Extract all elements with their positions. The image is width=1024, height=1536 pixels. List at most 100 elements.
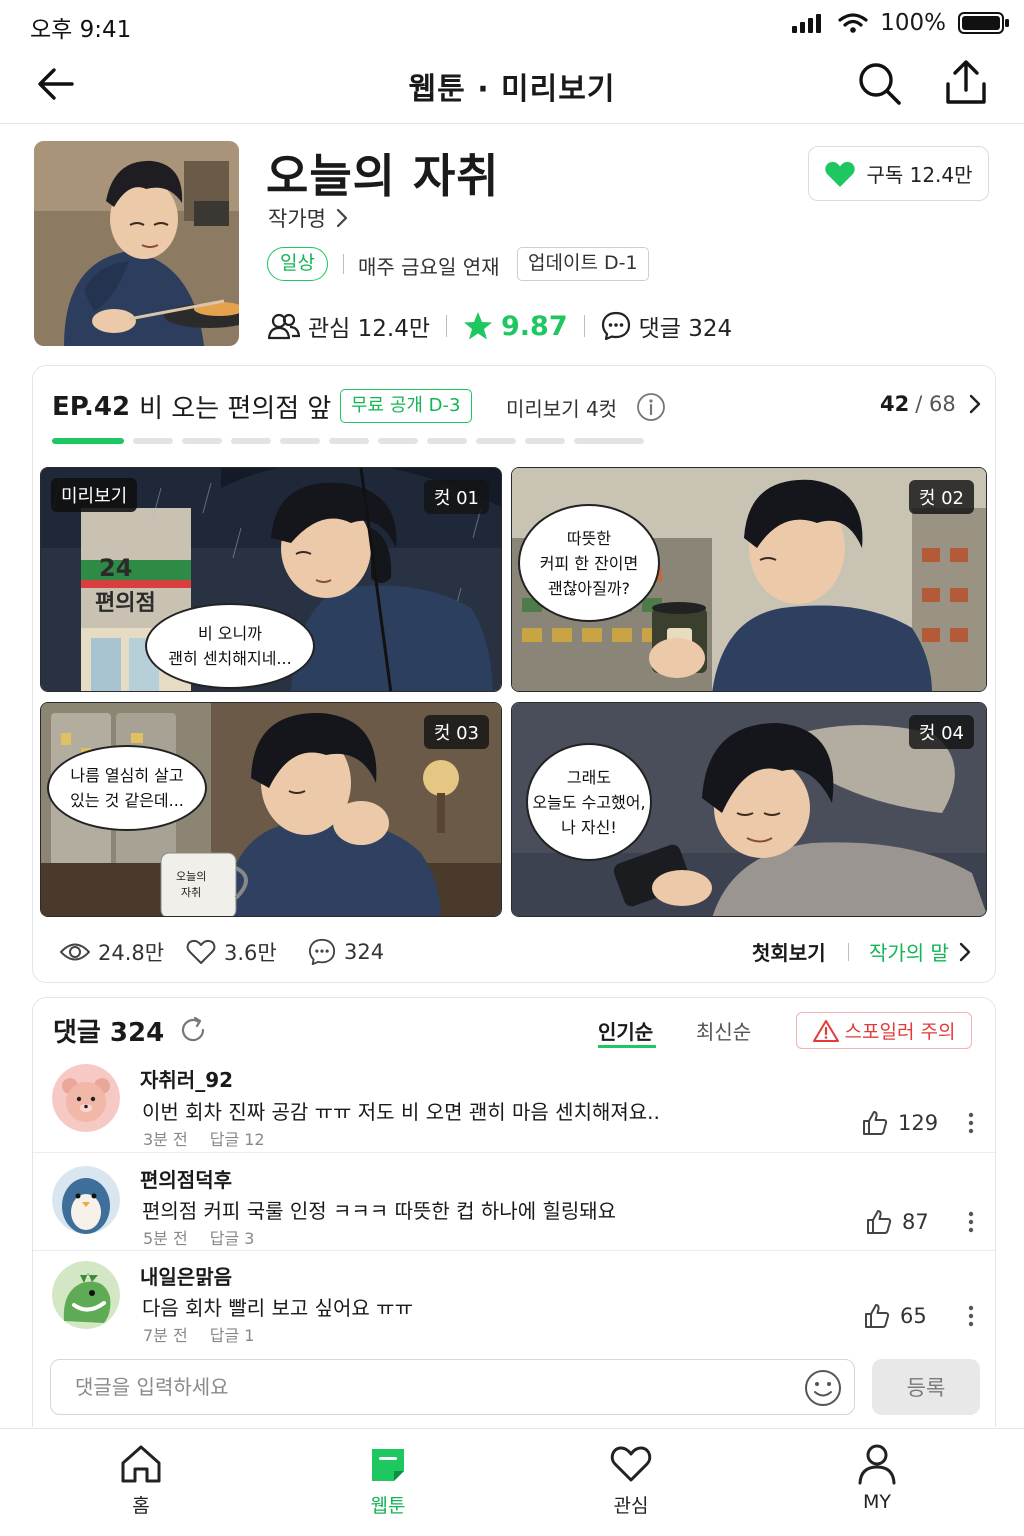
episode-comment-stat[interactable]: 324 bbox=[308, 934, 384, 970]
sort-active-indicator bbox=[598, 1045, 656, 1048]
episode-pager[interactable]: 42 / 68 bbox=[880, 392, 982, 416]
warning-icon bbox=[812, 1019, 839, 1042]
dinosaur-avatar[interactable] bbox=[52, 1261, 120, 1329]
genre-tag[interactable]: 일상 bbox=[267, 247, 328, 281]
speech-bubble: 그래도 오늘도 수고했어, 나 자신! bbox=[526, 743, 652, 861]
cut-label: 컷 04 bbox=[908, 715, 974, 749]
preview-panel-2[interactable]: 컷 02 따뜻한 커피 한 잔이면 괜찮아질까? bbox=[511, 467, 987, 692]
comment-text: 편의점 커피 국룰 인정 ㅋㅋㅋ 따뜻한 컵 하나에 힐링돼요 bbox=[142, 1199, 617, 1223]
series-cover-image[interactable] bbox=[34, 141, 239, 346]
episode-current: 42 bbox=[880, 392, 910, 416]
heart-icon bbox=[610, 1446, 652, 1482]
subscribe-button[interactable]: 구독 12.4만 bbox=[808, 146, 989, 201]
episode-comment-count: 324 bbox=[344, 940, 385, 964]
preview-panel-4[interactable]: 컷 04 그래도 오늘도 수고했어, 나 자신! bbox=[511, 702, 987, 917]
more-options-icon[interactable] bbox=[968, 1211, 974, 1233]
comment-count: 댓글 324 bbox=[638, 316, 733, 342]
comment-text: 이번 회차 진짜 공감 ㅠㅠ 저도 비 오면 괜히 마음 센치해져요.. bbox=[142, 1100, 660, 1124]
tab-webtoon[interactable]: 웹툰 bbox=[343, 1443, 433, 1518]
first-episode-link[interactable]: 첫회보기 bbox=[752, 937, 826, 966]
tab-label: MY bbox=[863, 1491, 891, 1513]
comment-like-button[interactable]: 87 bbox=[866, 1209, 929, 1235]
comment-meta: 3분 전 답글 12 bbox=[143, 1126, 265, 1150]
comment-text: 다음 회차 빨리 보고 싶어요 ㅠㅠ bbox=[142, 1296, 413, 1320]
comment-username[interactable]: 자취러_92 bbox=[140, 1064, 233, 1093]
more-options-icon[interactable] bbox=[968, 1112, 974, 1134]
progress-segment bbox=[280, 438, 320, 444]
cut-label: 컷 01 bbox=[423, 480, 489, 514]
refresh-icon[interactable] bbox=[178, 1015, 208, 1045]
heart-filled-icon bbox=[825, 161, 856, 187]
preview-panel-3[interactable]: 오늘의 자취 컷 03 나름 열심히 살고 있는 것 같은데... bbox=[40, 702, 502, 917]
reply-link[interactable]: 답글 1 bbox=[210, 1322, 255, 1346]
tab-interest[interactable]: 관심 bbox=[586, 1443, 676, 1518]
submit-comment-button[interactable]: 등록 bbox=[872, 1359, 980, 1415]
comment-like-button[interactable]: 129 bbox=[862, 1110, 938, 1136]
cut-label: 컷 02 bbox=[908, 480, 974, 514]
tab-label: 웹툰 bbox=[370, 1495, 406, 1517]
series-title: 오늘의 자취 bbox=[266, 149, 500, 203]
more-options-icon[interactable] bbox=[968, 1305, 974, 1327]
share-icon[interactable] bbox=[942, 58, 990, 108]
tab-my[interactable]: MY bbox=[832, 1443, 922, 1513]
penguin-avatar[interactable] bbox=[52, 1166, 120, 1234]
comment-username[interactable]: 내일은맑음 bbox=[140, 1261, 232, 1290]
author-link[interactable]: 작가명 bbox=[268, 203, 348, 233]
progress-segment bbox=[378, 438, 418, 444]
spoiler-warning-button[interactable]: 스포일러 주의 bbox=[796, 1012, 972, 1049]
home-icon bbox=[121, 1445, 161, 1483]
preview-count: 미리보기 4컷 bbox=[506, 397, 618, 421]
bottom-tab-bar: 홈 웹툰 관심 MY bbox=[0, 1428, 1024, 1536]
comment-like-count: 65 bbox=[900, 1304, 927, 1328]
webtoon-icon bbox=[372, 1449, 404, 1481]
interest-count: 관심 12.4만 bbox=[308, 316, 431, 342]
author-note-label: 작가의 말 bbox=[869, 941, 949, 965]
cut-label: 컷 03 bbox=[423, 715, 489, 749]
star-icon bbox=[464, 312, 493, 340]
sort-latest-tab[interactable]: 최신순 bbox=[696, 1016, 751, 1045]
comment-bubble-icon bbox=[601, 311, 630, 341]
search-icon[interactable] bbox=[856, 60, 904, 108]
person-icon bbox=[858, 1444, 896, 1485]
eye-icon bbox=[60, 943, 90, 961]
speech-bubble: 따뜻한 커피 한 잔이면 괜찮아질까? bbox=[518, 504, 660, 622]
comment-like-count: 87 bbox=[902, 1210, 929, 1234]
chevron-right-icon bbox=[336, 208, 348, 228]
comment-time: 7분 전 bbox=[143, 1326, 188, 1345]
free-release-tag: 무료 공개 D-3 bbox=[340, 389, 472, 423]
comment-input[interactable] bbox=[75, 1372, 775, 1402]
progress-segment bbox=[231, 438, 271, 444]
preview-badge: 미리보기 bbox=[51, 478, 138, 512]
speech-bubble: 나름 열심히 살고 있는 것 같은데... bbox=[47, 745, 207, 831]
signal-icon bbox=[792, 14, 822, 33]
status-indicators: 100% bbox=[792, 10, 1010, 36]
chevron-right-icon bbox=[969, 394, 980, 414]
sort-popular-tab[interactable]: 인기순 bbox=[598, 1016, 653, 1045]
comment-time: 3분 전 bbox=[143, 1130, 188, 1149]
spoiler-label: 스포일러 주의 bbox=[844, 1021, 956, 1043]
preview-panel-1[interactable]: 24 편의점 미리보기 컷 01 비 오니까 괜히 센치해지네... bbox=[40, 467, 502, 692]
comment-username[interactable]: 편의점덕후 bbox=[140, 1164, 232, 1193]
top-nav: 웹툰 · 미리보기 bbox=[0, 48, 1024, 124]
reply-link[interactable]: 답글 3 bbox=[210, 1225, 255, 1249]
comment-like-button[interactable]: 65 bbox=[864, 1303, 927, 1329]
mug-text: 자취 bbox=[181, 886, 201, 899]
progress-segment bbox=[329, 438, 369, 444]
author-note-link[interactable]: 작가의 말 bbox=[869, 937, 971, 966]
episode-name: 비 오는 편의점 앞 bbox=[139, 394, 332, 424]
author-name: 작가명 bbox=[268, 207, 326, 231]
info-icon[interactable] bbox=[636, 392, 666, 422]
reply-link[interactable]: 답글 12 bbox=[210, 1126, 265, 1150]
emoji-icon[interactable] bbox=[804, 1369, 842, 1407]
like-stat[interactable]: 3.6만 bbox=[186, 934, 277, 970]
divider bbox=[33, 1152, 995, 1153]
progress-segment bbox=[574, 438, 644, 444]
bear-avatar[interactable] bbox=[52, 1064, 120, 1132]
people-icon bbox=[268, 313, 300, 340]
tab-home[interactable]: 홈 bbox=[96, 1443, 186, 1518]
store-sign-number: 24 bbox=[99, 554, 132, 582]
comment-input-box bbox=[50, 1359, 855, 1415]
like-count: 3.6만 bbox=[224, 941, 277, 965]
thumbs-up-icon bbox=[865, 1304, 890, 1328]
chevron-right-icon bbox=[959, 942, 971, 961]
